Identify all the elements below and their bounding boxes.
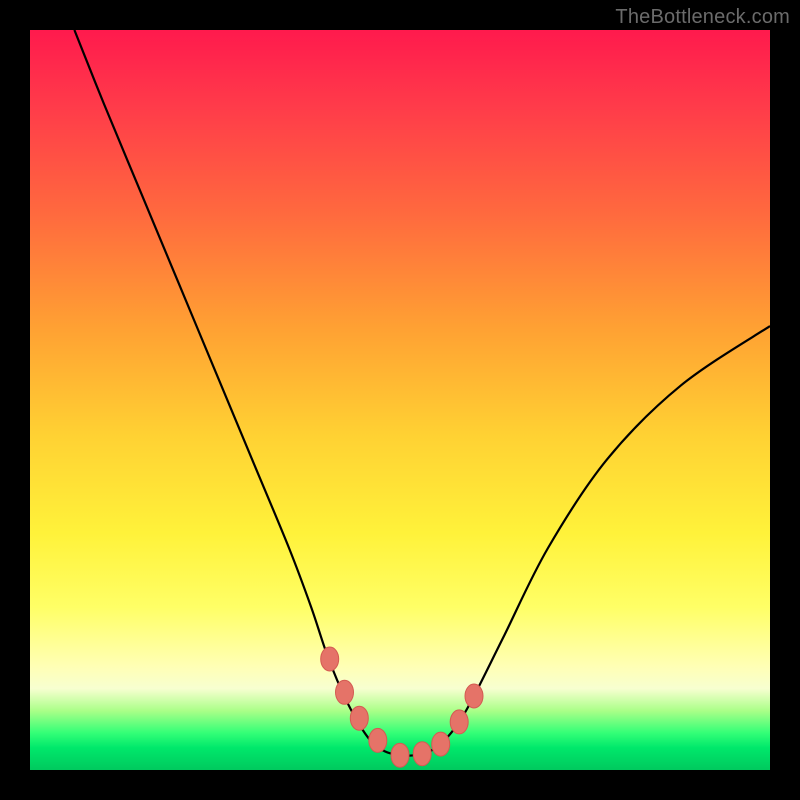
curve-marker <box>391 743 409 767</box>
bottleneck-curve-path <box>74 30 770 756</box>
curve-svg <box>30 30 770 770</box>
curve-marker <box>369 728 387 752</box>
watermark-text: TheBottleneck.com <box>615 6 790 29</box>
curve-marker <box>336 680 354 704</box>
markers-group <box>321 647 483 767</box>
plot-area <box>30 30 770 770</box>
curve-marker <box>465 684 483 708</box>
chart-frame: TheBottleneck.com <box>0 0 800 800</box>
curve-marker <box>350 706 368 730</box>
curve-marker <box>413 742 431 766</box>
curve-marker <box>321 647 339 671</box>
curve-marker <box>450 710 468 734</box>
curve-marker <box>432 732 450 756</box>
